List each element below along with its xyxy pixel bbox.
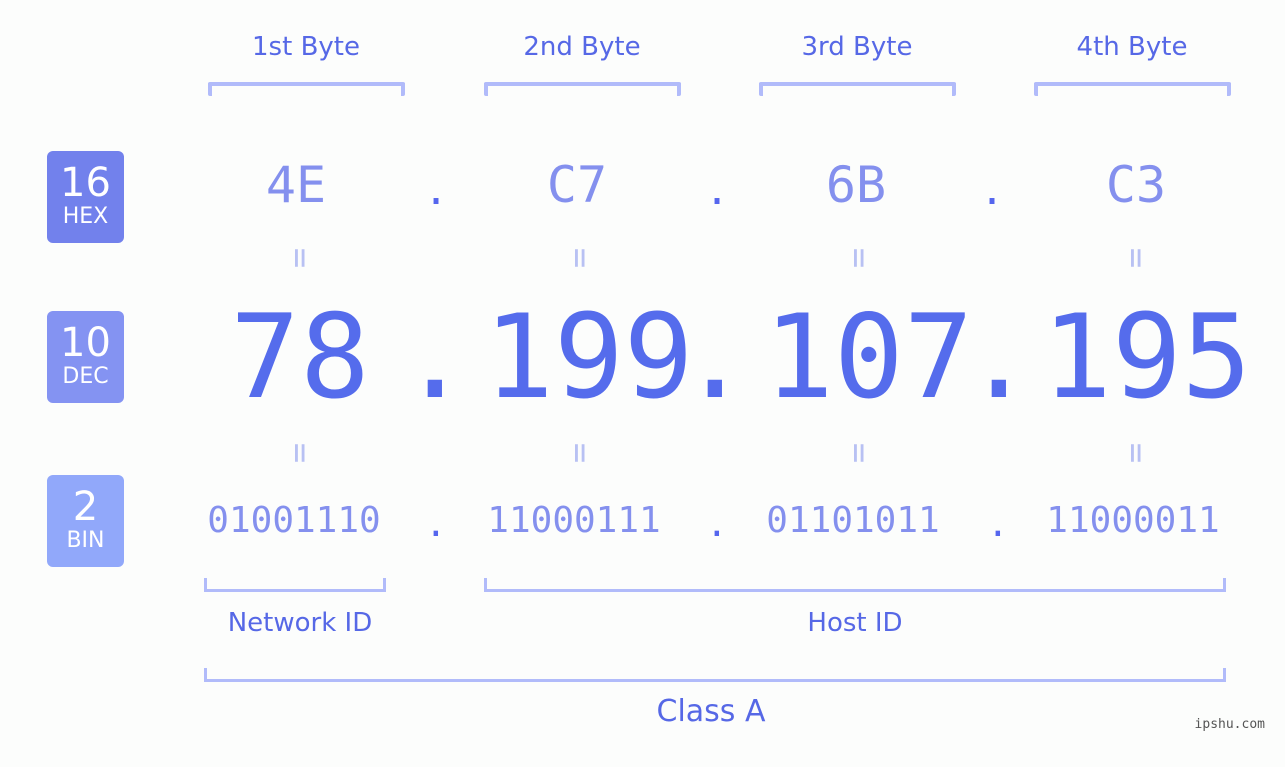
bin-byte-3: 01101011	[766, 500, 940, 541]
dec-separator-3: .	[964, 290, 1034, 425]
network-id-bracket	[204, 578, 386, 592]
dec-separator-1: .	[400, 290, 470, 425]
dec-separator-2: .	[680, 290, 750, 425]
equals-dec-bin-2: =	[560, 442, 600, 464]
bin-separator-1: .	[425, 504, 447, 545]
byte-bracket-1	[208, 82, 405, 96]
hex-separator-3: .	[980, 168, 1005, 214]
class-bracket	[204, 668, 1226, 682]
hex-separator-2: .	[705, 168, 730, 214]
bin-badge-number: 2	[72, 484, 99, 530]
bin-badge-unit: BIN	[66, 528, 105, 553]
bin-separator-2: .	[706, 504, 728, 545]
bin-separator-3: .	[987, 504, 1009, 545]
equals-dec-bin-1: =	[280, 442, 320, 464]
dec-badge-number: 10	[60, 320, 111, 366]
network-id-label: Network ID	[227, 608, 373, 638]
hex-badge-number: 16	[60, 160, 111, 206]
dec-badge-unit: DEC	[62, 364, 109, 389]
byte-bracket-2	[484, 82, 681, 96]
equals-dec-bin-3: =	[839, 442, 879, 464]
hex-badge: 16 HEX	[47, 151, 124, 243]
dec-byte-3: 107	[764, 290, 974, 425]
dec-byte-1: 78	[230, 290, 370, 425]
equals-dec-bin-4: =	[1116, 442, 1156, 464]
hex-byte-1: 4E	[265, 156, 327, 214]
hex-separator-1: .	[424, 168, 449, 214]
equals-hex-dec-1: =	[280, 247, 320, 269]
equals-hex-dec-4: =	[1116, 247, 1156, 269]
byte-bracket-4	[1034, 82, 1231, 96]
bin-byte-1: 01001110	[207, 500, 381, 541]
hex-byte-4: C3	[1105, 156, 1167, 214]
class-label: Class A	[656, 694, 766, 729]
hex-badge-unit: HEX	[62, 204, 109, 229]
dec-byte-2: 199	[484, 290, 694, 425]
dec-byte-4: 195	[1042, 290, 1252, 425]
hex-byte-3: 6B	[825, 156, 887, 214]
byte-header-3: 3rd Byte	[801, 32, 913, 62]
equals-hex-dec-3: =	[839, 247, 879, 269]
host-id-label: Host ID	[807, 608, 903, 638]
hex-byte-2: C7	[546, 156, 608, 214]
bin-byte-2: 11000111	[487, 500, 661, 541]
byte-header-4: 4th Byte	[1076, 32, 1188, 62]
equals-hex-dec-2: =	[560, 247, 600, 269]
bin-badge: 2 BIN	[47, 475, 124, 567]
byte-bracket-3	[759, 82, 956, 96]
host-id-bracket	[484, 578, 1226, 592]
byte-header-2: 2nd Byte	[523, 32, 641, 62]
byte-header-1: 1st Byte	[252, 32, 360, 62]
dec-badge: 10 DEC	[47, 311, 124, 403]
bin-byte-4: 11000011	[1046, 500, 1220, 541]
watermark: ipshu.com	[1194, 717, 1265, 732]
